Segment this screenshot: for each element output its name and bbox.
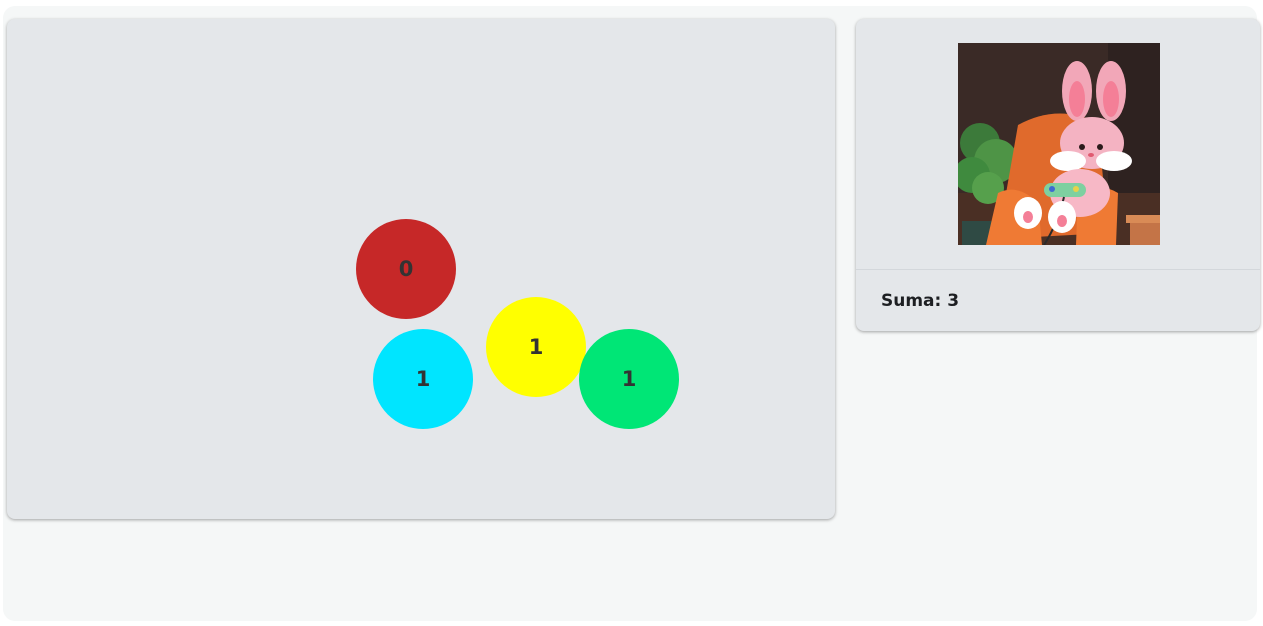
ball-value: 0 [398, 257, 414, 281]
page-background: 0 1 1 1 Suma: 3 [3, 6, 1260, 621]
ball-value: 1 [621, 367, 637, 391]
card-divider [856, 269, 1260, 270]
sum-label: Suma: [881, 291, 942, 311]
sum-text: Suma: 3 [881, 291, 959, 311]
ball-red[interactable]: 0 [356, 219, 456, 319]
ball-yellow[interactable]: 1 [486, 297, 586, 397]
ball-green[interactable]: 1 [579, 329, 679, 429]
score-card: Suma: 3 [856, 19, 1260, 331]
ball-value: 1 [415, 367, 431, 391]
sum-value: 3 [947, 291, 960, 311]
ball-value: 1 [528, 335, 544, 359]
bunny-gamer-image [958, 43, 1160, 245]
game-board: 0 1 1 1 [7, 19, 835, 519]
ball-cyan[interactable]: 1 [373, 329, 473, 429]
